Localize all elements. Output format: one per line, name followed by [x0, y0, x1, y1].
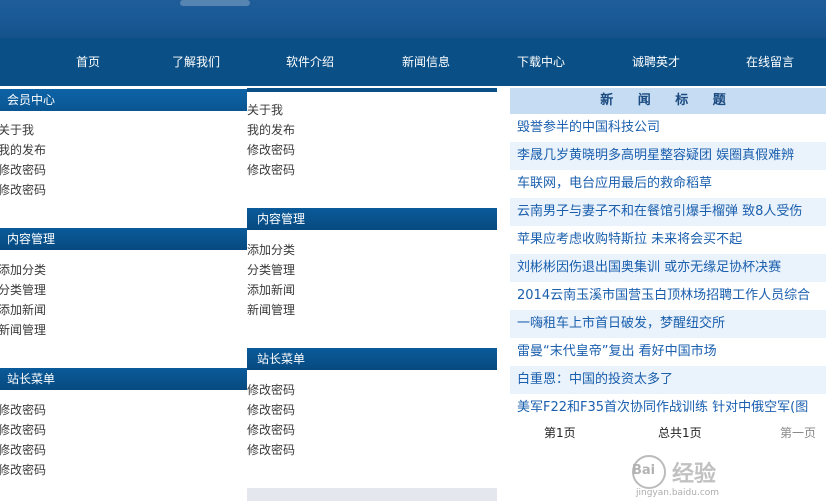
pager-first-link[interactable]: 第一页	[780, 424, 816, 441]
menu-link-about-me[interactable]: 关于我	[247, 103, 283, 117]
menu-link-change-password[interactable]: 修改密码	[0, 443, 46, 457]
menu-link-news-manage[interactable]: 新闻管理	[247, 303, 295, 317]
news-item[interactable]: 毁誉参半的中国科技公司	[510, 114, 826, 142]
nav-jobs[interactable]: 诚聘英才	[632, 38, 680, 86]
menu-link-add-category[interactable]: 添加分类	[0, 263, 46, 277]
menu-link-add-category[interactable]: 添加分类	[247, 243, 295, 257]
menu-header-admin: 站长菜单	[0, 368, 247, 390]
nav-news[interactable]: 新闻信息	[402, 38, 450, 86]
menu-header-admin: 站长菜单	[247, 348, 497, 370]
news-item[interactable]: 雷曼“末代皇帝”复出 看好中国市场	[510, 338, 826, 366]
news-item[interactable]: 刘彬彬因伤退出国奥集训 或亦无缘足协杯决赛	[510, 254, 826, 282]
top-banner	[0, 0, 826, 38]
main-navbar: 首页 了解我们 软件介绍 新闻信息 下载中心 诚聘英才 在线留言	[0, 38, 826, 86]
menu-link-about-me[interactable]: 关于我	[0, 123, 34, 137]
menu-link-news-manage[interactable]: 新闻管理	[0, 323, 46, 337]
menu-link-change-password[interactable]: 修改密码	[0, 423, 46, 437]
menu-link-category-manage[interactable]: 分类管理	[247, 263, 295, 277]
menu-divider	[247, 88, 497, 92]
banner-highlight	[180, 0, 250, 6]
news-panel-title: 新 闻 标 题	[510, 88, 826, 114]
menu-link-add-news[interactable]: 添加新闻	[247, 283, 295, 297]
nav-home[interactable]: 首页	[76, 38, 100, 86]
news-item[interactable]: 一嗨租车上市首日破发，梦醒纽交所	[510, 310, 826, 338]
news-item[interactable]: 2014云南玉溪市国营玉白顶林场招聘工作人员综合	[510, 282, 826, 310]
news-item[interactable]: 云南男子与妻子不和在餐馆引爆手榴弹 致8人受伤	[510, 198, 826, 226]
menu-link-change-password[interactable]: 修改密码	[247, 403, 295, 417]
menu-link-change-password[interactable]: 修改密码	[0, 163, 46, 177]
nav-message[interactable]: 在线留言	[746, 38, 794, 86]
menu-link-add-news[interactable]: 添加新闻	[0, 303, 46, 317]
menu-header-member: 会员中心	[0, 89, 247, 111]
watermark-text: 经验	[672, 462, 717, 487]
news-item[interactable]: 李晟几岁黄晓明多高明星整容疑团 娱圈真假难辨	[510, 142, 826, 170]
menu-link-change-password[interactable]: 修改密码	[247, 383, 295, 397]
menu-link-my-posts[interactable]: 我的发布	[0, 143, 46, 157]
news-item[interactable]: 车联网，电台应用最后的救命稻草	[510, 170, 826, 198]
nav-software[interactable]: 软件介绍	[286, 38, 334, 86]
menu-link-change-password[interactable]: 修改密码	[0, 183, 46, 197]
menu-link-change-password[interactable]: 修改密码	[0, 403, 46, 417]
menu-header-content: 内容管理	[0, 228, 247, 250]
news-item[interactable]: 苹果应考虑收购特斯拉 未来将会买不起	[510, 226, 826, 254]
menu-header-content: 内容管理	[247, 208, 497, 230]
news-item[interactable]: 美军F22和F35首次协同作战训练 针对中俄空军(图	[510, 394, 826, 422]
menu-link-change-password[interactable]: 修改密码	[247, 163, 295, 177]
pager-total-pages: 总共1页	[658, 426, 702, 440]
watermark-url: jingyan.baidu.com	[636, 488, 720, 498]
menu-link-change-password[interactable]: 修改密码	[0, 463, 46, 477]
menu-link-change-password[interactable]: 修改密码	[247, 143, 295, 157]
baidu-jingyan-watermark: 经验	[632, 452, 716, 492]
footer-strip	[247, 488, 497, 501]
menu-link-category-manage[interactable]: 分类管理	[0, 283, 46, 297]
paw-logo-icon	[632, 455, 666, 489]
menu-link-change-password[interactable]: 修改密码	[247, 443, 295, 457]
pager-current-page: 第1页	[544, 426, 576, 440]
news-item[interactable]: 白重恩：中国的投资太多了	[510, 366, 826, 394]
menu-link-my-posts[interactable]: 我的发布	[247, 123, 295, 137]
nav-about[interactable]: 了解我们	[172, 38, 220, 86]
nav-download[interactable]: 下载中心	[517, 38, 565, 86]
menu-link-change-password[interactable]: 修改密码	[247, 423, 295, 437]
